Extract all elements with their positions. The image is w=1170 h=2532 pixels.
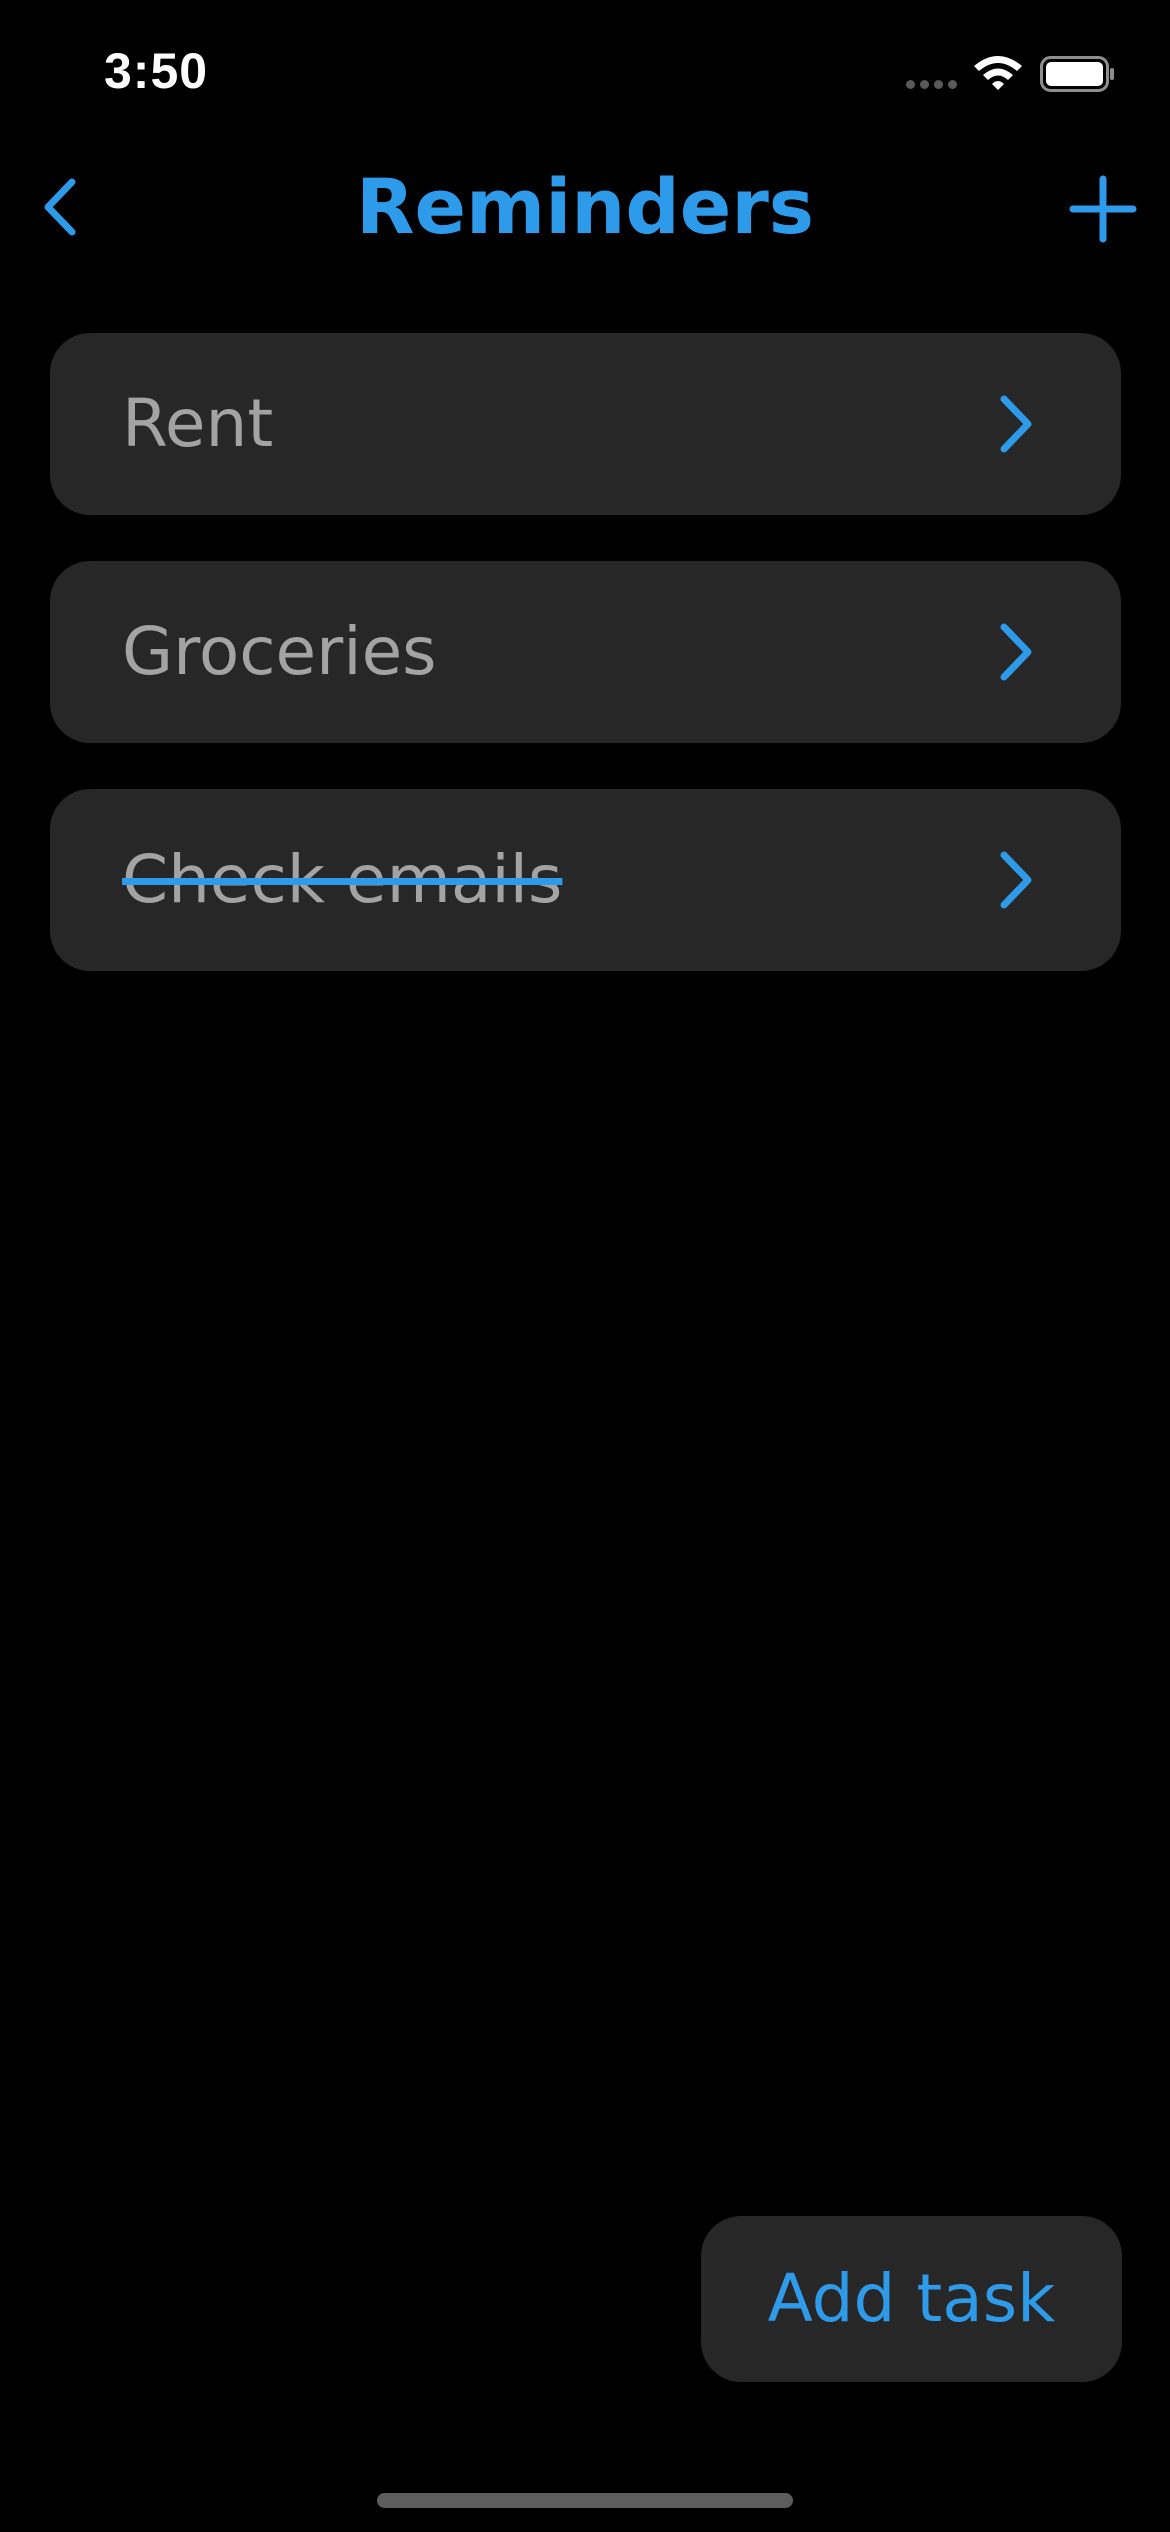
home-indicator[interactable] [377, 2493, 793, 2508]
battery-icon [1040, 56, 1114, 92]
task-item-groceries[interactable]: Groceries [50, 561, 1121, 743]
plus-icon[interactable] [1068, 174, 1138, 244]
task-label: Groceries [122, 613, 437, 690]
signal-icon [906, 80, 960, 90]
chevron-right-icon [1000, 395, 1032, 453]
status-time: 3:50 [104, 43, 209, 99]
task-item-rent[interactable]: Rent [50, 333, 1121, 515]
task-label: Rent [122, 385, 274, 462]
task-item-check-emails[interactable]: Check emails [50, 789, 1121, 971]
wifi-icon [974, 56, 1022, 90]
chevron-right-icon [1000, 623, 1032, 681]
page-title: Reminders [355, 162, 815, 251]
status-bar: 3:50 [0, 0, 1170, 150]
navigation-bar: Reminders [0, 150, 1170, 270]
add-task-button[interactable]: Add task [701, 2216, 1122, 2382]
chevron-right-icon [1000, 851, 1032, 909]
task-label-completed: Check emails [122, 841, 563, 918]
task-list: Rent Groceries Check emails [50, 333, 1121, 1017]
